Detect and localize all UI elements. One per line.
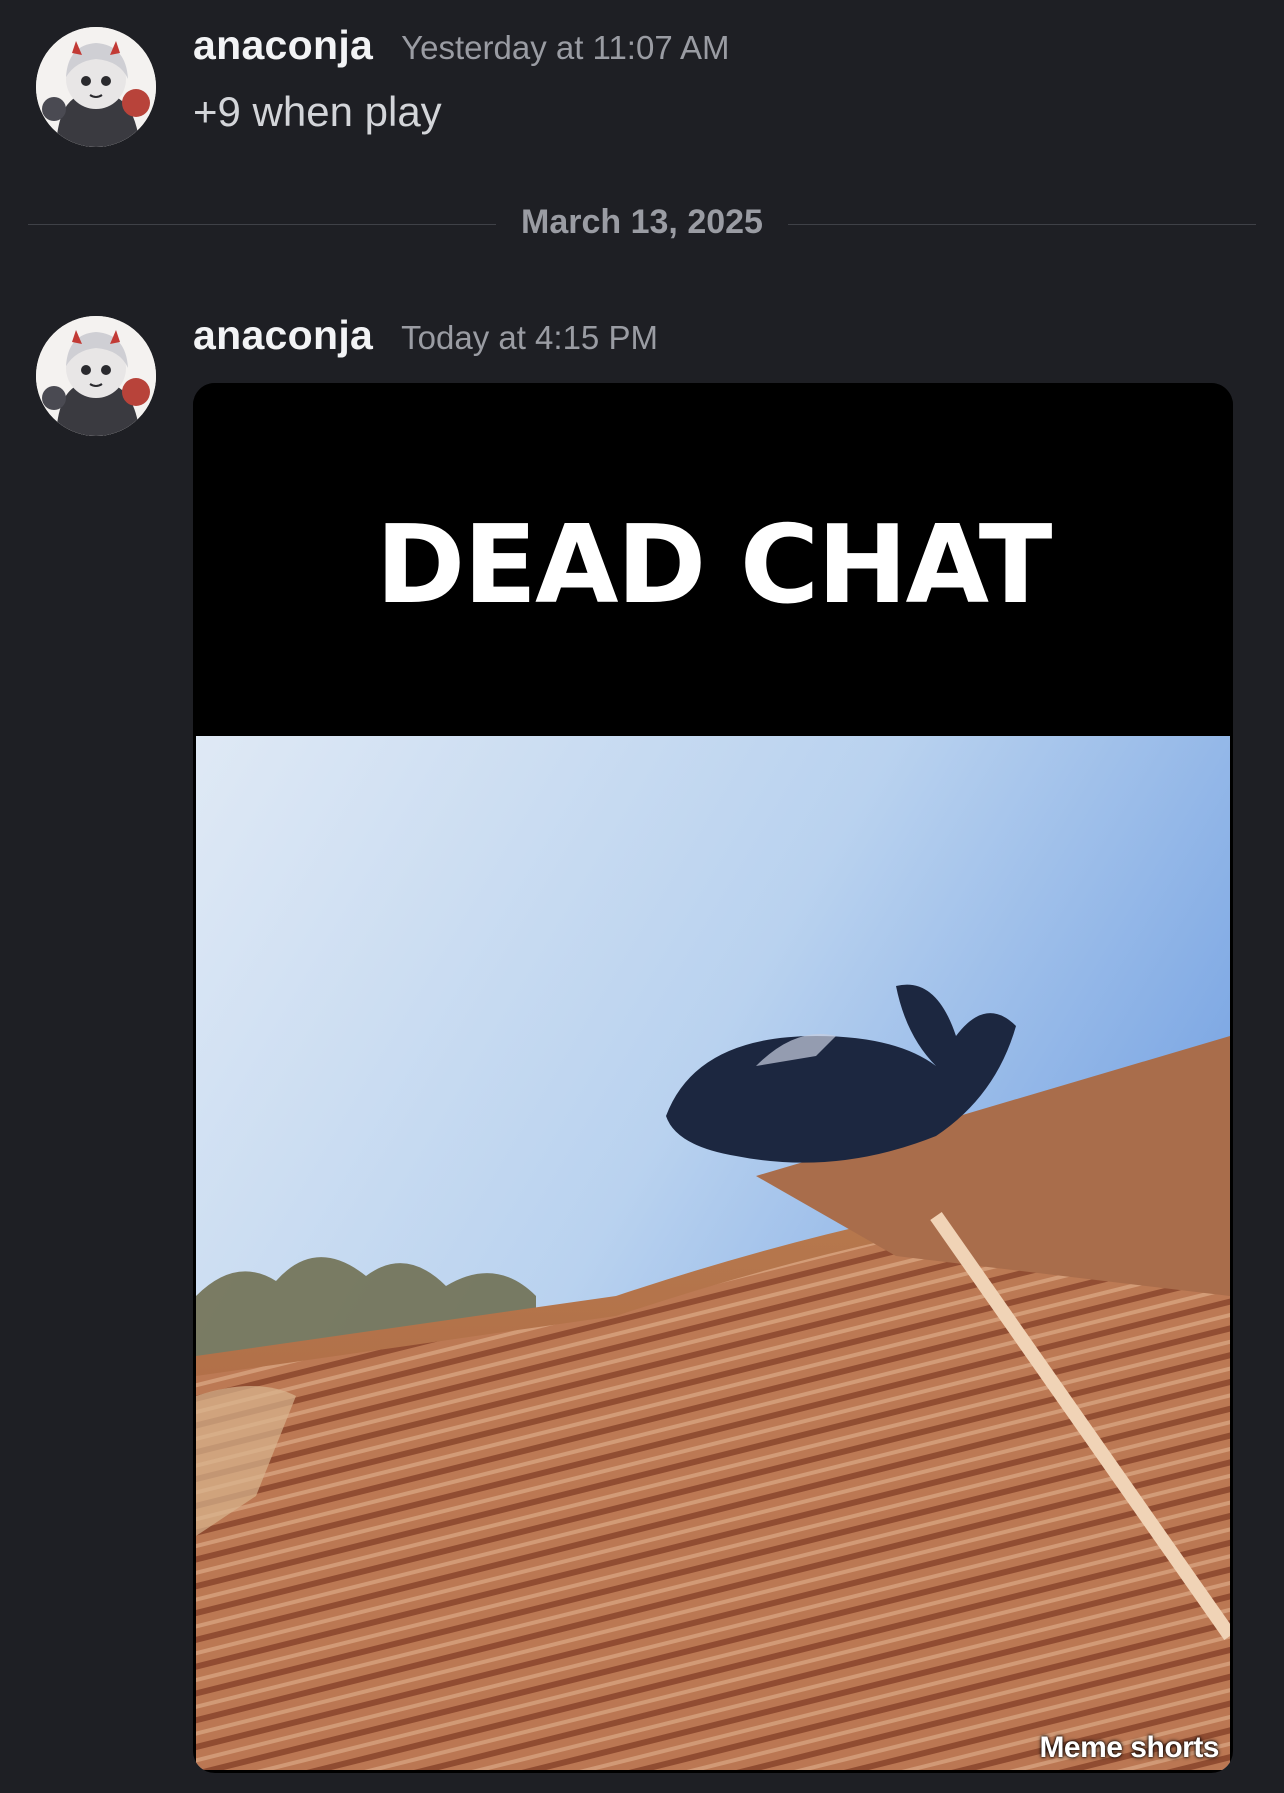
- message-text: +9 when play: [193, 88, 442, 135]
- username[interactable]: anaconja: [193, 22, 373, 69]
- roof-scene-image: [196, 736, 1230, 1770]
- media-caption: DEAD CHAT: [375, 503, 1053, 628]
- message-timestamp: Today at 4:15 PM: [401, 319, 658, 356]
- caption-banner: DEAD CHAT: [193, 383, 1233, 736]
- username[interactable]: anaconja: [193, 312, 373, 359]
- anime-avatar-icon: [36, 316, 156, 436]
- message-timestamp: Yesterday at 11:07 AM: [401, 29, 730, 66]
- user-avatar[interactable]: [36, 27, 156, 147]
- anime-avatar-icon: [36, 27, 156, 147]
- watermark-text: Meme shorts: [1039, 1731, 1219, 1764]
- user-avatar[interactable]: [36, 316, 156, 436]
- divider-line-right: [788, 224, 1256, 225]
- video-attachment[interactable]: DEAD CHAT Meme shorts: [193, 383, 1233, 1773]
- divider-date: March 13, 2025: [521, 203, 763, 241]
